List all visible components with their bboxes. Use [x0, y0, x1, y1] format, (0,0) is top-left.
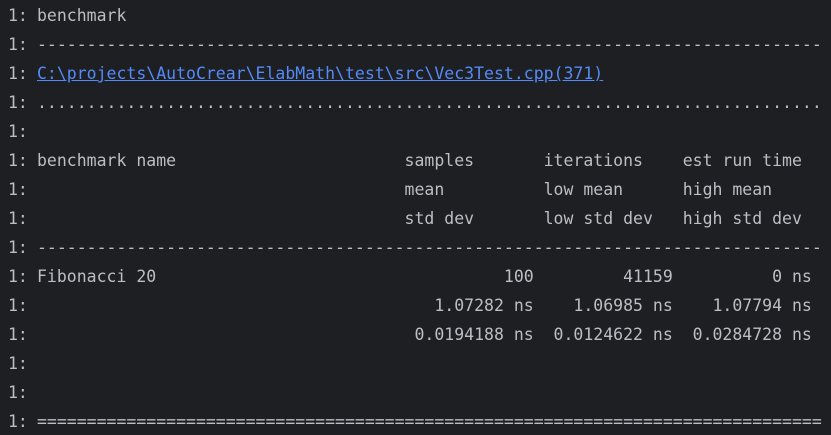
- output-line: 1: --------------------------------------…: [0, 30, 831, 59]
- source-file-link[interactable]: C:\projects\AutoCrear\ElabMath\test\src\…: [37, 64, 603, 83]
- output-line: 1: ======================================…: [0, 407, 831, 435]
- output-line: 1: std dev low std dev high std dev: [0, 204, 831, 233]
- line-prefix: 1:: [8, 180, 28, 199]
- output-line: 1:......................................…: [0, 88, 831, 117]
- output-line: 1:: [0, 117, 831, 146]
- table-header-row-1: benchmark name samples iterations est ru…: [37, 151, 802, 170]
- line-prefix: 1:: [8, 6, 28, 25]
- console-output: 1: benchmark 1: --------------------------…: [0, 0, 831, 435]
- line-prefix: 1:: [8, 325, 28, 344]
- output-line: 1: 0.0194188 ns 0.0124622 ns 0.0284728 n…: [0, 320, 831, 349]
- benchmark-row-stddev: 0.0194188 ns 0.0124622 ns 0.0284728 ns: [37, 325, 812, 344]
- line-prefix: 1:: [8, 151, 28, 170]
- output-line: 1: mean low mean high mean: [0, 175, 831, 204]
- output-line: 1: Fibonacci 20 100 41159 0 ns: [0, 262, 831, 291]
- line-prefix: 1:: [8, 122, 28, 141]
- line-prefix: 1:: [8, 296, 28, 315]
- line-prefix: 1:: [8, 64, 28, 83]
- separator-equals: ========================================…: [37, 412, 822, 431]
- table-header-row-2: mean low mean high mean: [37, 180, 773, 199]
- line-prefix: 1:: [8, 209, 28, 228]
- separator-dashes: ----------------------------------------…: [37, 35, 822, 54]
- line-prefix: 1:: [8, 267, 28, 286]
- line-prefix: 1:: [8, 383, 28, 402]
- output-line: 1: C:\projects\AutoCrear\ElabMath\test\sr…: [0, 59, 831, 88]
- output-line: 1: benchmark name samples iterations est …: [0, 146, 831, 175]
- benchmark-row-name: Fibonacci 20 100 41159 0 ns: [37, 267, 812, 286]
- output-line: 1:: [0, 378, 831, 407]
- line-prefix: 1:: [8, 35, 28, 54]
- output-line: 1:: [0, 349, 831, 378]
- separator-dots: ........................................…: [37, 93, 822, 112]
- line-prefix: 1:: [8, 93, 28, 112]
- line-prefix: 1:: [8, 412, 28, 431]
- benchmark-row-mean: 1.07282 ns 1.06985 ns 1.07794 ns: [37, 296, 812, 315]
- output-line: 1: benchmark: [0, 1, 831, 30]
- line-text: benchmark: [37, 6, 127, 25]
- separator-dashes: ----------------------------------------…: [37, 238, 822, 257]
- line-prefix: 1:: [8, 238, 28, 257]
- line-prefix: 1:: [8, 354, 28, 373]
- output-line: 1: 1.07282 ns 1.06985 ns 1.07794 ns: [0, 291, 831, 320]
- output-line: 1: --------------------------------------…: [0, 233, 831, 262]
- table-header-row-3: std dev low std dev high std dev: [37, 209, 802, 228]
